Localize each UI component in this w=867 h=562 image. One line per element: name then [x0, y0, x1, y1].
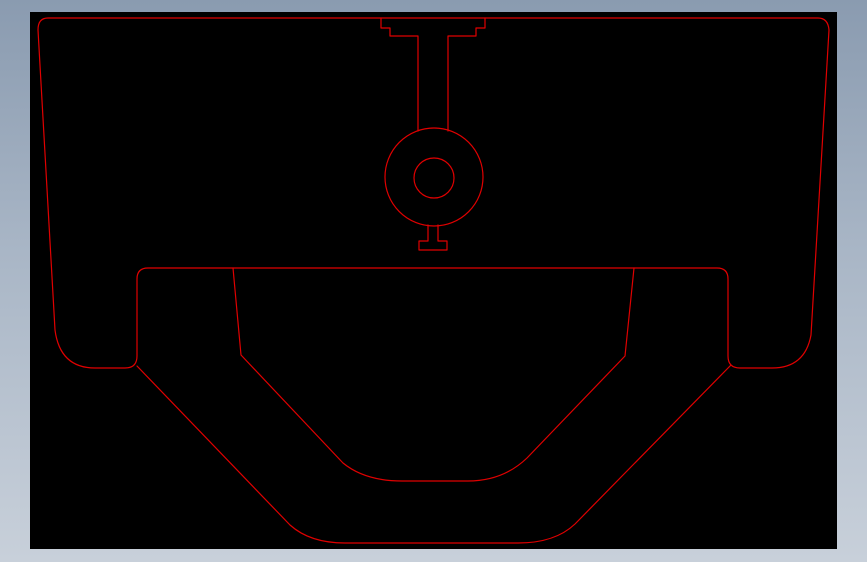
- center-slot: [232, 267, 635, 482]
- outer-profile: [37, 17, 830, 369]
- bore-outer-circle: [384, 127, 484, 227]
- drawing-canvas[interactable]: [30, 12, 837, 549]
- application-window: { "viewport": { "background": "#000000",…: [0, 0, 867, 562]
- stem-profile: [380, 17, 486, 132]
- inner-profile: [136, 364, 732, 544]
- key-tab: [418, 224, 448, 251]
- bore-inner-circle: [413, 157, 455, 199]
- cad-drawing-viewport[interactable]: [30, 12, 837, 549]
